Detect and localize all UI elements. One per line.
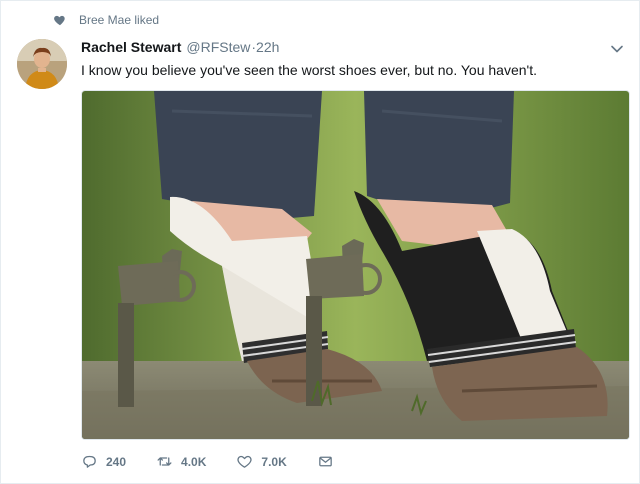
like-icon [237,455,252,468]
author-name[interactable]: Rachel Stewart [81,39,181,55]
tweet-text: I know you believe you've seen the worst… [81,62,537,78]
heart-icon [54,15,65,26]
reply-icon [83,455,96,468]
retweet-icon [157,457,172,466]
reply-button[interactable]: 240 [81,453,126,470]
direct-message-button[interactable] [317,453,342,470]
avatar[interactable] [17,39,67,89]
like-count: 7.0K [261,454,287,469]
retweet-count: 4.0K [181,454,207,469]
chevron-down-icon[interactable] [609,41,625,57]
tweet-timestamp[interactable]: 22h [256,39,279,55]
shoes-photo-illustration [82,91,629,439]
retweet-button[interactable]: 4.0K [156,453,206,470]
tweet-card[interactable]: Bree Mae liked Rachel Stewart @RFStew · … [0,0,640,484]
social-context: Bree Mae liked [53,13,159,27]
message-icon [318,456,332,467]
like-button[interactable]: 7.0K [236,453,287,470]
context-text: Bree Mae liked [79,13,160,27]
tweet-photo[interactable] [81,90,630,440]
author-handle[interactable]: @RFStew [186,39,250,55]
tweet-actions: 240 4.0K 7.0K [81,453,372,470]
reply-count: 240 [106,454,127,469]
tweet-header: Rachel Stewart @RFStew · 22h [81,39,279,55]
